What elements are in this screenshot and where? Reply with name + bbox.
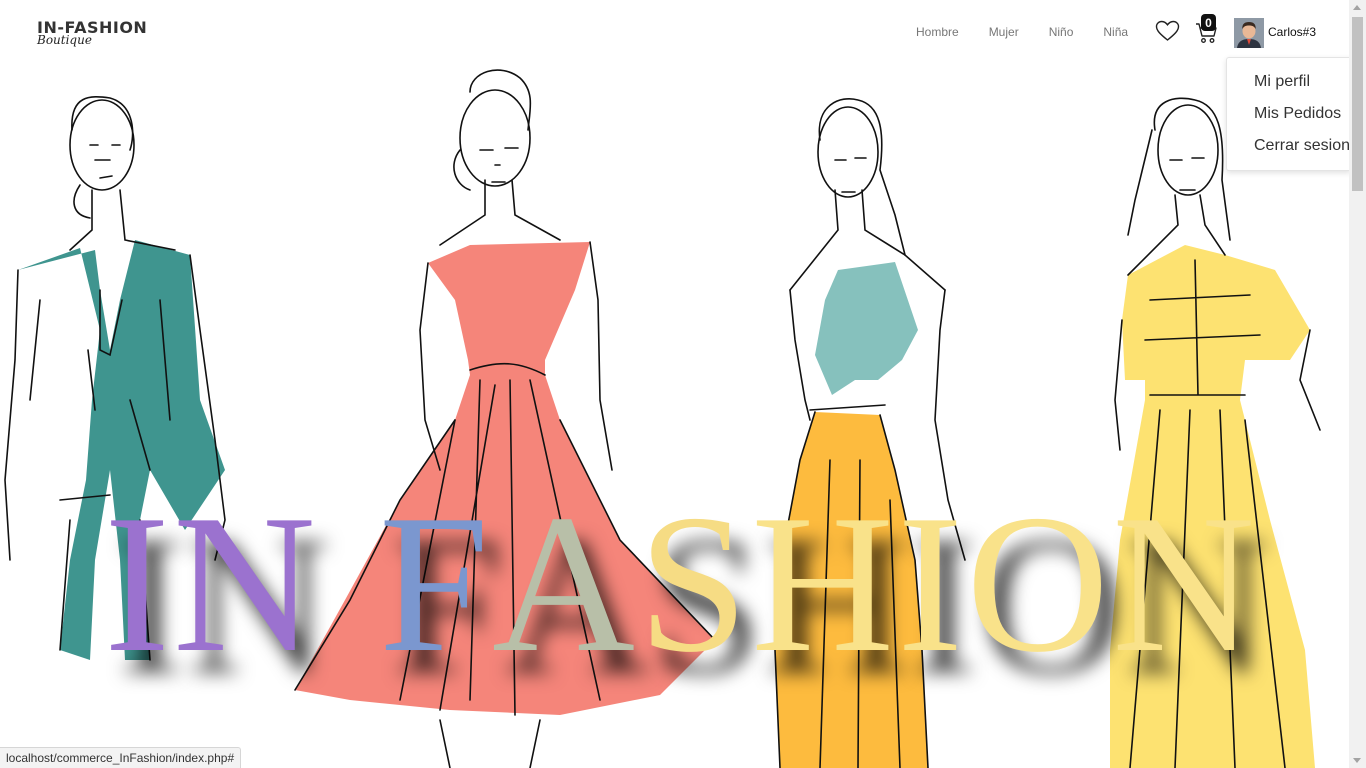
scroll-thumb[interactable]: [1352, 17, 1363, 191]
brand-logo[interactable]: IN-FASHION Boutique: [37, 20, 147, 47]
user-avatar-icon: [1234, 18, 1264, 48]
hero-letter: F: [378, 474, 493, 693]
hero-letter: N: [1112, 474, 1259, 693]
hero-letter: O: [966, 474, 1113, 693]
hero-title: IN FASHION: [104, 485, 1258, 683]
hero-letter: I: [897, 474, 967, 693]
page-scrollbar[interactable]: [1349, 0, 1366, 768]
hero-letter: I: [104, 474, 173, 693]
main-nav: Hombre Mujer Niño Niña: [916, 25, 1158, 39]
avatar[interactable]: [1234, 18, 1264, 48]
brand-tagline: Boutique: [37, 33, 92, 47]
hero-letter: N: [172, 474, 319, 693]
nav-item-nino[interactable]: Niño: [1049, 25, 1074, 39]
heart-icon[interactable]: [1155, 20, 1180, 42]
hero-letter: H: [751, 474, 898, 693]
browser-status-url: localhost/commerce_InFashion/index.php#: [0, 747, 242, 768]
username[interactable]: Carlos#3: [1268, 25, 1316, 39]
nav-item-mujer[interactable]: Mujer: [989, 25, 1019, 39]
cart-count-badge: 0: [1201, 14, 1216, 31]
hero-banner: IN FASHION: [0, 55, 1349, 768]
top-shape: [815, 262, 918, 395]
scroll-up-arrow-icon[interactable]: [1353, 5, 1361, 10]
nav-item-nina[interactable]: Niña: [1103, 25, 1128, 39]
scroll-down-arrow-icon[interactable]: [1353, 758, 1361, 763]
hero-letter: A: [492, 474, 639, 693]
nav-item-hombre[interactable]: Hombre: [916, 25, 959, 39]
hero-letter: S: [638, 474, 752, 693]
